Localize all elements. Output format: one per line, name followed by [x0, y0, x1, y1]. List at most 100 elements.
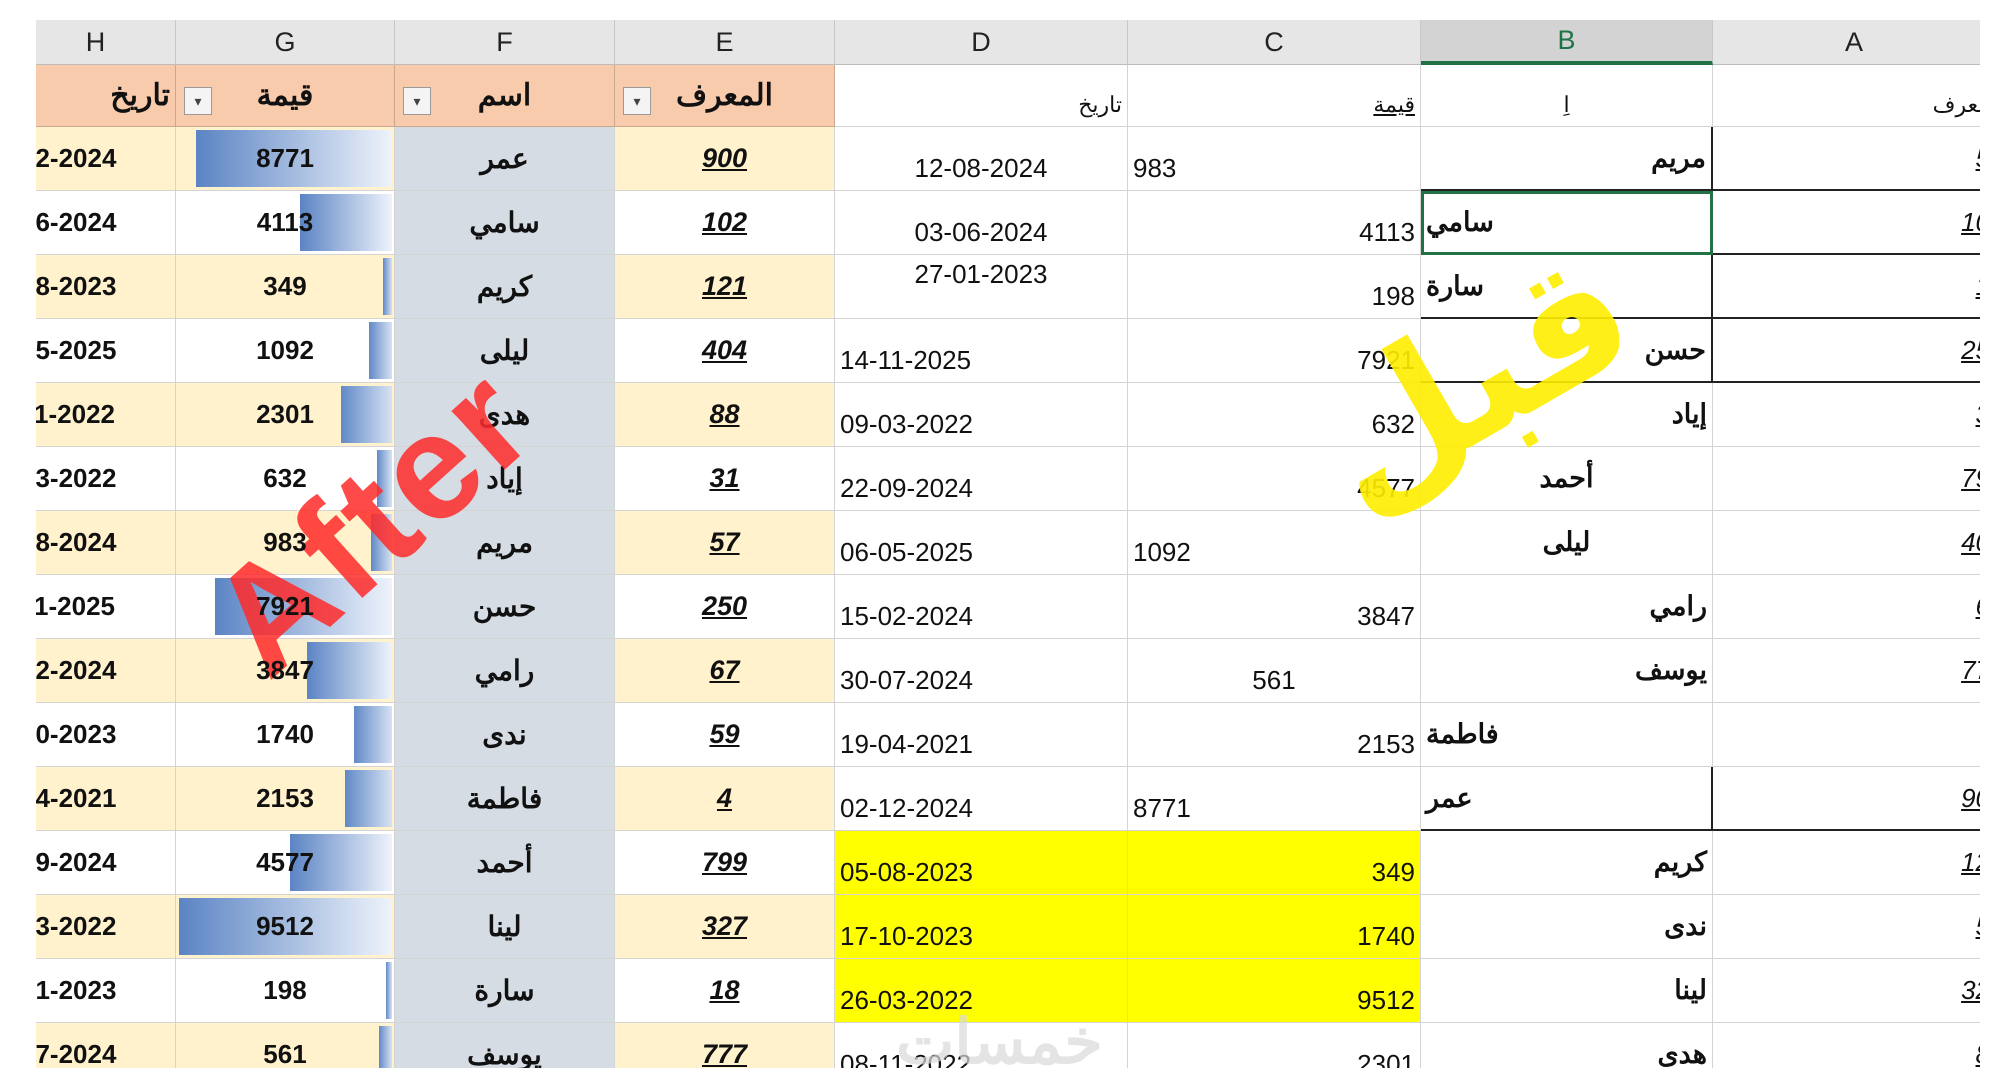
table-cell-id[interactable]: 31 — [615, 447, 835, 511]
table-cell-value[interactable]: 4113 — [176, 191, 395, 255]
raw-cell-date[interactable]: 05-08-2023 — [835, 831, 1128, 895]
table-cell-name[interactable]: ندى — [395, 703, 615, 767]
raw-cell-name[interactable]: سارة — [1421, 255, 1713, 319]
table-cell-name[interactable]: رامي — [395, 639, 615, 703]
table-cell-date[interactable]: 08-2023 — [36, 255, 176, 319]
table-cell-id[interactable]: 799 — [615, 831, 835, 895]
raw-cell-value[interactable]: 4113 — [1128, 191, 1421, 255]
filter-dropdown-value[interactable]: ▾ — [184, 87, 212, 115]
table-cell-date[interactable]: 11-2025 — [36, 575, 176, 639]
table-cell-value[interactable]: 983 — [176, 511, 395, 575]
table-cell-value[interactable]: 9512 — [176, 895, 395, 959]
table-cell-value[interactable]: 1740 — [176, 703, 395, 767]
raw-cell-id[interactable]: 25 — [1713, 319, 1980, 383]
raw-cell-id[interactable]: 32 — [1713, 959, 1980, 1023]
table-cell-id[interactable]: 404 — [615, 319, 835, 383]
filter-dropdown-id[interactable]: ▾ — [623, 87, 651, 115]
table-cell-date[interactable]: 04-2021 — [36, 767, 176, 831]
column-header-e[interactable]: E — [615, 20, 835, 65]
column-header-a[interactable]: A — [1713, 20, 1980, 65]
table-cell-date[interactable]: 08-2024 — [36, 511, 176, 575]
raw-cell-date[interactable]: 22-09-2024 — [835, 447, 1128, 511]
table-cell-value[interactable]: 1092 — [176, 319, 395, 383]
table-cell-name[interactable]: إياد — [395, 447, 615, 511]
raw-cell-value[interactable]: 632 — [1128, 383, 1421, 447]
raw-cell-name[interactable]: ليلى — [1421, 511, 1713, 575]
raw-cell-date[interactable]: 17-10-2023 — [835, 895, 1128, 959]
raw-cell-date[interactable]: 03-06-2024 — [835, 191, 1128, 255]
table-cell-id[interactable]: 900 — [615, 127, 835, 191]
table-cell-date[interactable]: 03-2022 — [36, 895, 176, 959]
table-cell-id[interactable]: 250 — [615, 575, 835, 639]
raw-cell-id[interactable]: 90 — [1713, 767, 1980, 831]
raw-header-id[interactable]: معرف — [1713, 65, 1980, 127]
table-cell-id[interactable]: 59 — [615, 703, 835, 767]
raw-cell-id[interactable] — [1713, 703, 1980, 767]
raw-cell-name[interactable]: يوسف — [1421, 639, 1713, 703]
raw-cell-id[interactable]: 3 — [1713, 383, 1980, 447]
table-cell-value[interactable]: 4577 — [176, 831, 395, 895]
raw-cell-value[interactable]: 2301 — [1128, 1023, 1421, 1068]
raw-cell-value[interactable]: 1092 — [1128, 511, 1421, 575]
table-cell-date[interactable]: 05-2025 — [36, 319, 176, 383]
table-cell-name[interactable]: أحمد — [395, 831, 615, 895]
raw-cell-name[interactable]: رامي — [1421, 575, 1713, 639]
raw-cell-name[interactable]: إياد — [1421, 383, 1713, 447]
column-header-b[interactable]: B — [1421, 20, 1713, 65]
table-cell-date[interactable]: 01-2023 — [36, 959, 176, 1023]
table-cell-id[interactable]: 88 — [615, 383, 835, 447]
raw-cell-id[interactable]: 12 — [1713, 831, 1980, 895]
table-cell-value[interactable]: 561 — [176, 1023, 395, 1068]
table-cell-name[interactable]: سامي — [395, 191, 615, 255]
raw-cell-name[interactable]: كريم — [1421, 831, 1713, 895]
table-cell-value[interactable]: 7921 — [176, 575, 395, 639]
table-cell-name[interactable]: سارة — [395, 959, 615, 1023]
worksheet-grid[interactable]: HGFEDCBAتاريخقيمة▾اسم▾المعرف▾12-20248771… — [36, 20, 1980, 1068]
raw-cell-name[interactable]: أحمد — [1421, 447, 1713, 511]
table-cell-name[interactable]: هدى — [395, 383, 615, 447]
raw-cell-value[interactable]: 9512 — [1128, 959, 1421, 1023]
raw-cell-value[interactable]: 198 — [1128, 255, 1421, 319]
filter-dropdown-name[interactable]: ▾ — [403, 87, 431, 115]
raw-cell-value[interactable]: 2153 — [1128, 703, 1421, 767]
raw-cell-id[interactable]: 5 — [1713, 895, 1980, 959]
table-cell-value[interactable]: 632 — [176, 447, 395, 511]
column-header-c[interactable]: C — [1128, 20, 1421, 65]
table-cell-name[interactable]: حسن — [395, 575, 615, 639]
raw-header-date[interactable]: تاريخ — [835, 65, 1128, 127]
column-header-h[interactable]: H — [36, 20, 176, 65]
raw-cell-value[interactable]: 4577 — [1128, 447, 1421, 511]
raw-cell-date[interactable]: 19-04-2021 — [835, 703, 1128, 767]
raw-cell-name[interactable]: لينا — [1421, 959, 1713, 1023]
raw-cell-id[interactable]: 5 — [1713, 127, 1980, 191]
raw-cell-date[interactable]: 08-11-2022 — [835, 1023, 1128, 1068]
raw-cell-id[interactable]: 10 — [1713, 191, 1980, 255]
table-cell-date[interactable]: 03-2022 — [36, 447, 176, 511]
raw-header-name[interactable]: اِ — [1421, 65, 1713, 127]
raw-cell-value[interactable]: 561 — [1128, 639, 1421, 703]
table-cell-date[interactable]: 11-2022 — [36, 383, 176, 447]
raw-cell-id[interactable]: 6 — [1713, 575, 1980, 639]
table-cell-name[interactable]: ليلى — [395, 319, 615, 383]
raw-cell-value[interactable]: 7921 — [1128, 319, 1421, 383]
table-cell-value[interactable]: 198 — [176, 959, 395, 1023]
raw-cell-id[interactable]: 1 — [1713, 255, 1980, 319]
table-cell-name[interactable]: لينا — [395, 895, 615, 959]
table-cell-value[interactable]: 2301 — [176, 383, 395, 447]
raw-cell-name[interactable]: مريم — [1421, 127, 1713, 191]
table-cell-id[interactable]: 57 — [615, 511, 835, 575]
raw-cell-name[interactable]: هدى — [1421, 1023, 1713, 1068]
table-cell-id[interactable]: 121 — [615, 255, 835, 319]
table-cell-date[interactable]: 12-2024 — [36, 127, 176, 191]
table-cell-date[interactable]: 07-2024 — [36, 1023, 176, 1068]
raw-cell-name[interactable]: فاطمة — [1421, 703, 1713, 767]
table-cell-name[interactable]: فاطمة — [395, 767, 615, 831]
raw-cell-value[interactable]: 1740 — [1128, 895, 1421, 959]
table-cell-id[interactable]: 67 — [615, 639, 835, 703]
table-cell-id[interactable]: 18 — [615, 959, 835, 1023]
raw-cell-name[interactable]: حسن — [1421, 319, 1713, 383]
raw-cell-value[interactable]: 8771 — [1128, 767, 1421, 831]
table-cell-date[interactable]: 09-2024 — [36, 831, 176, 895]
raw-cell-date[interactable]: 30-07-2024 — [835, 639, 1128, 703]
raw-cell-value[interactable]: 983 — [1128, 127, 1421, 191]
